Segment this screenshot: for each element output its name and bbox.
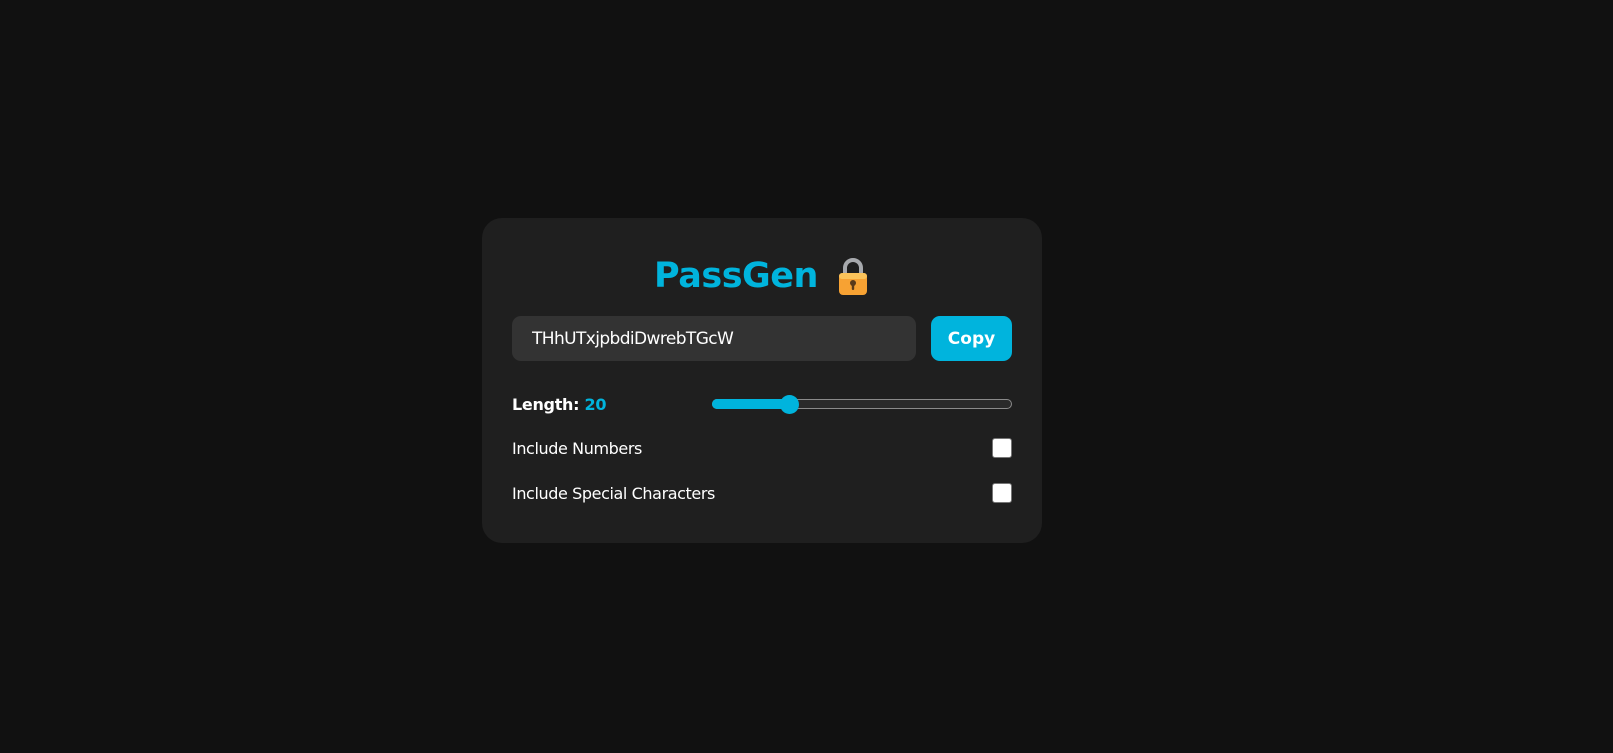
include-numbers-checkbox[interactable] (992, 438, 1012, 458)
option-label: Include Numbers (512, 438, 642, 458)
password-output-field[interactable] (512, 316, 916, 361)
slider-fill (712, 399, 789, 409)
length-value: 20 (584, 394, 607, 414)
length-label-text: Length: (512, 394, 580, 414)
option-include-special-characters: Include Special Characters (512, 482, 1012, 504)
password-row: Copy (512, 316, 1012, 361)
slider-thumb[interactable] (779, 395, 799, 414)
app-title: PassGen (654, 256, 818, 296)
header: PassGen (512, 252, 1012, 300)
length-row: Length: 20 (512, 393, 1012, 415)
option-label: Include Special Characters (512, 483, 715, 503)
length-slider[interactable] (712, 393, 1012, 415)
include-special-characters-checkbox[interactable] (992, 483, 1012, 503)
length-label: Length: 20 (512, 395, 606, 414)
option-include-numbers: Include Numbers (512, 437, 1012, 459)
lock-icon (836, 256, 870, 296)
password-generator-card: PassGen Copy Length: 20 Include Numbers … (482, 218, 1042, 543)
copy-button[interactable]: Copy (931, 316, 1012, 361)
